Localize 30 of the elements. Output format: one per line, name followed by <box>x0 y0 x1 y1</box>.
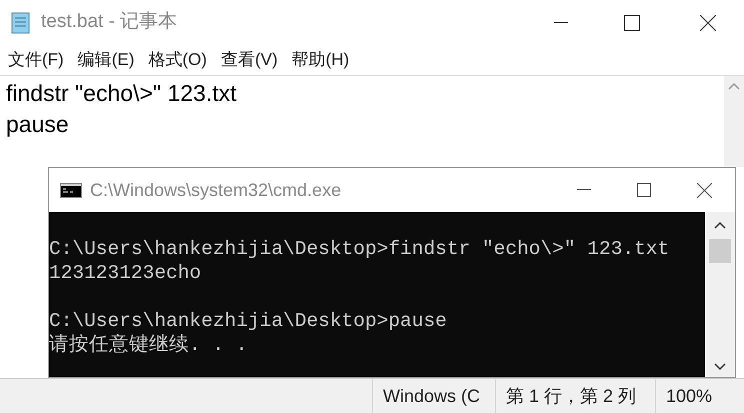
scroll-up-icon <box>714 221 726 229</box>
maximize-icon <box>624 14 640 30</box>
minimize-icon <box>554 22 568 24</box>
notepad-icon <box>10 10 32 34</box>
console-line: 123123123echo <box>49 262 202 284</box>
menu-item[interactable]: 帮助(H) <box>292 47 350 73</box>
status-text: 100% <box>666 384 712 408</box>
minimize-icon <box>577 189 591 191</box>
console-line: C:\Users\hankezhijia\Desktop>findstr "echo\>" 123.txt <box>49 238 670 260</box>
console-icon <box>60 182 82 198</box>
status-text: Windows (C <box>383 384 480 408</box>
menu-item[interactable]: 查看(V) <box>220 47 278 73</box>
menu-item[interactable]: 文件(F) <box>8 47 64 73</box>
window-title: test.bat - 记事本 <box>41 10 178 34</box>
console-line: 请按任意键继续. . . <box>49 334 248 356</box>
console-line: C:\Users\hankezhijia\Desktop>pause <box>49 310 447 332</box>
menu-item[interactable]: 编辑(E) <box>78 47 134 73</box>
scroll-up-icon <box>728 82 740 90</box>
text-line: findstr "echo\>" 123.txt <box>6 79 238 108</box>
window-title: C:\Windows\system32\cmd.exe <box>90 178 342 202</box>
scrollbar[interactable] <box>724 76 744 167</box>
maximize-icon <box>637 183 651 197</box>
scrollbar[interactable] <box>705 212 735 377</box>
close-icon <box>696 182 712 198</box>
status-text: 第 1 行，第 2 列 <box>506 384 636 408</box>
menu-item[interactable]: 格式(O) <box>148 47 207 73</box>
scroll-down-icon <box>714 363 726 371</box>
text-line: pause <box>6 110 70 139</box>
close-icon <box>700 14 716 30</box>
scroll-thumb[interactable] <box>709 239 731 263</box>
